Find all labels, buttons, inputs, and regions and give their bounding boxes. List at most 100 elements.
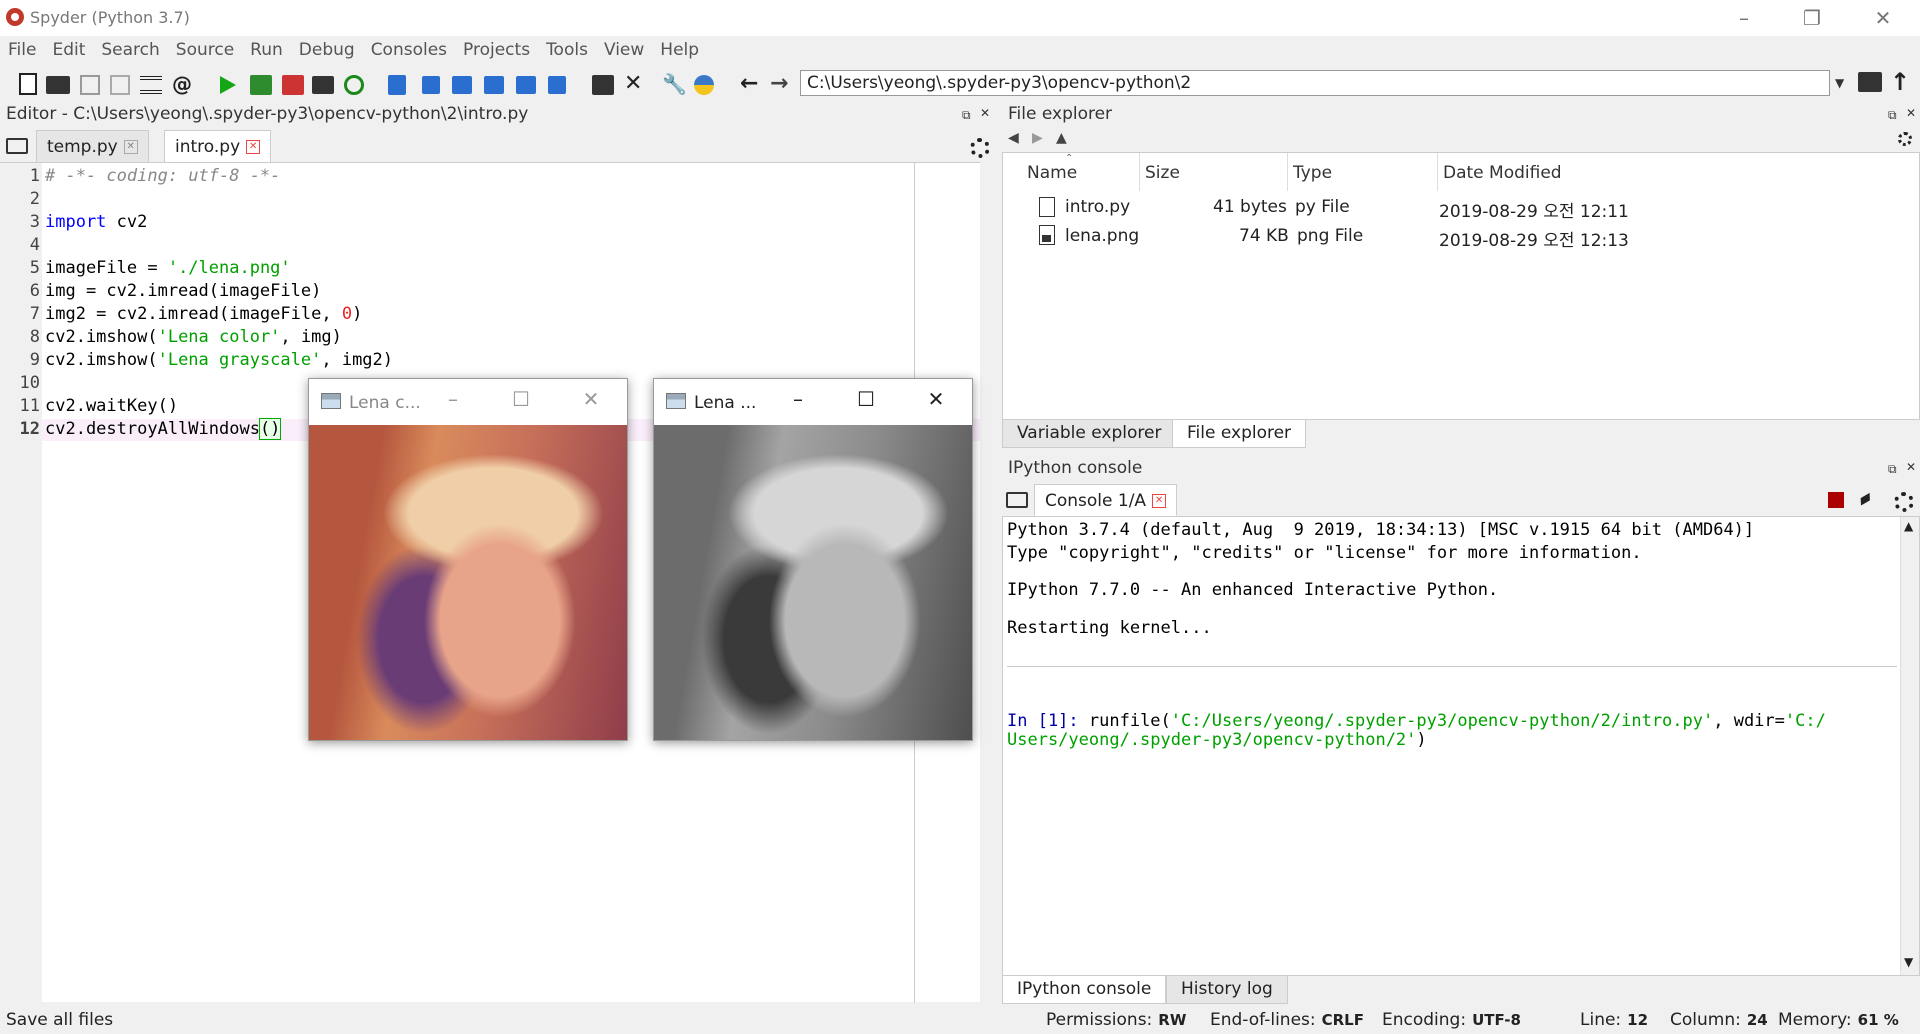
tab-variable-explorer[interactable]: Variable explorer	[1002, 420, 1177, 448]
preferences-wrench-icon[interactable]: 🔧	[662, 73, 687, 97]
editor-pane-header: Editor - C:\Users\yeong\.spyder-py3\open…	[0, 102, 1000, 128]
close-tab-icon[interactable]: ✕	[246, 140, 261, 154]
menu-edit[interactable]: Edit	[44, 38, 93, 66]
cv-window-color[interactable]: Lena c... – ☐ ✕	[308, 378, 628, 741]
save-icon[interactable]	[80, 75, 100, 95]
continue-icon[interactable]	[516, 76, 536, 94]
tab-file-explorer[interactable]: File explorer	[1172, 420, 1307, 448]
menu-file[interactable]: File	[0, 38, 44, 66]
step-return-icon[interactable]	[484, 76, 504, 94]
title-bar: Spyder (Python 3.7) – ❐ ✕	[0, 0, 1920, 36]
restore-icon[interactable]: ❐	[1784, 4, 1840, 34]
menu-run[interactable]: Run	[242, 38, 291, 66]
parent-dir-arrow-icon[interactable]: ↑	[1890, 68, 1910, 96]
menu-projects[interactable]: Projects	[455, 38, 538, 66]
menu-search[interactable]: Search	[93, 38, 167, 66]
browse-folder-icon[interactable]	[1858, 72, 1882, 92]
stop-debug-icon[interactable]	[548, 76, 566, 94]
close-pane-icon[interactable]: ✕	[980, 106, 990, 120]
column-divider	[1139, 153, 1140, 191]
close-tab-icon[interactable]: ✕	[123, 140, 138, 154]
debug-icon[interactable]	[388, 75, 406, 95]
tab-console-1a[interactable]: Console 1/A ✕	[1034, 484, 1178, 516]
tab-temp-py[interactable]: temp.py ✕	[36, 130, 149, 162]
step-icon[interactable]	[422, 76, 440, 94]
spyder-logo-icon	[6, 8, 24, 26]
column-header-size[interactable]: Size	[1145, 163, 1180, 183]
tab-ipython-console[interactable]: IPython console	[1002, 976, 1167, 1004]
console-line: Type "copyright", "credits" or "license"…	[1007, 543, 1642, 563]
undock-icon[interactable]: ⧉	[1888, 462, 1897, 477]
column-header-type[interactable]: Type	[1293, 163, 1332, 183]
minimize-icon[interactable]: –	[788, 389, 808, 409]
column-header-date[interactable]: Date Modified	[1443, 163, 1562, 183]
tab-history-log[interactable]: History log	[1166, 976, 1288, 1004]
scroll-up-icon[interactable]: ▲	[1904, 519, 1913, 533]
python-path-icon[interactable]	[694, 75, 714, 95]
gear-icon[interactable]	[1894, 492, 1914, 512]
up-circle-icon[interactable]: ▲	[1056, 130, 1067, 146]
command-arg: Users/yeong/.spyder-py3/opencv-python/2'	[1007, 730, 1417, 750]
close-icon[interactable]: ✕	[1855, 4, 1911, 34]
scroll-down-icon[interactable]: ▼	[1904, 955, 1913, 969]
console-output[interactable]: Python 3.7.4 (default, Aug 9 2019, 18:34…	[1002, 516, 1920, 976]
eraser-icon[interactable]: ▰	[1854, 486, 1876, 511]
close-icon[interactable]: ✕	[581, 389, 601, 409]
maximize-icon[interactable]: ☐	[511, 389, 531, 409]
line-number: 1	[29, 166, 40, 186]
working-directory-input[interactable]: C:\Users\yeong\.spyder-py3\opencv-python…	[800, 70, 1830, 96]
sort-indicator-icon: ⌃	[1065, 153, 1074, 164]
file-tree[interactable]: Name ⌃ Size Type Date Modified intro.py …	[1002, 152, 1920, 420]
run-cell-icon[interactable]	[250, 75, 272, 95]
step-into-icon[interactable]	[452, 76, 472, 94]
back-circle-icon[interactable]: ◀	[1008, 130, 1019, 146]
close-icon[interactable]: ✕	[926, 389, 946, 409]
menu-help[interactable]: Help	[652, 38, 707, 66]
chevron-down-icon[interactable]: ▼	[1835, 70, 1849, 96]
cv-window-titlebar[interactable]: Lena ... – ☐ ✕	[654, 379, 972, 425]
back-arrow-icon[interactable]: ←	[740, 73, 764, 97]
fullscreen-icon[interactable]: ✕	[624, 73, 648, 97]
gear-icon[interactable]	[1898, 132, 1912, 146]
save-all-icon[interactable]	[110, 75, 130, 95]
cv-window-grayscale[interactable]: Lena ... – ☐ ✕	[653, 378, 973, 741]
menu-consoles[interactable]: Consoles	[363, 38, 455, 66]
column-header-name[interactable]: Name	[1027, 163, 1077, 183]
at-icon[interactable]: @	[172, 73, 196, 97]
code-line-1: # -*- coding: utf-8 -*-	[45, 166, 281, 186]
menu-tools[interactable]: Tools	[538, 38, 596, 66]
menu-debug[interactable]: Debug	[291, 38, 363, 66]
stop-kernel-icon[interactable]	[1828, 492, 1844, 508]
open-file-icon[interactable]	[46, 76, 70, 94]
menu-view[interactable]: View	[596, 38, 652, 66]
maximize-pane-icon[interactable]	[592, 75, 614, 95]
file-name: intro.py	[1065, 197, 1131, 217]
minimize-icon[interactable]: –	[443, 389, 463, 409]
run-icon[interactable]	[216, 73, 240, 97]
menu-source[interactable]: Source	[168, 38, 242, 66]
run-cell-advance-icon[interactable]	[282, 75, 304, 95]
cv-window-title: Lena ...	[694, 393, 757, 413]
close-pane-icon[interactable]: ✕	[1906, 460, 1916, 474]
forward-circle-icon[interactable]: ▶	[1032, 130, 1043, 146]
tab-intro-py[interactable]: intro.py ✕	[164, 130, 272, 162]
new-file-icon[interactable]	[16, 73, 40, 97]
console-scrollbar[interactable]: ▲ ▼	[1900, 517, 1919, 975]
run-selection-icon[interactable]	[312, 76, 334, 94]
line-number: 3	[29, 212, 40, 232]
status-value: UTF-8	[1472, 1011, 1521, 1029]
forward-arrow-icon[interactable]: →	[770, 73, 794, 97]
maximize-icon[interactable]: ☐	[856, 389, 876, 409]
cv-window-titlebar[interactable]: Lena c... – ☐ ✕	[309, 379, 627, 425]
close-pane-icon[interactable]: ✕	[1906, 106, 1916, 120]
rerun-icon[interactable]	[344, 75, 364, 95]
browse-tabs-icon[interactable]	[6, 138, 28, 154]
gear-icon[interactable]	[970, 138, 990, 158]
minimize-icon[interactable]: –	[1716, 4, 1772, 34]
close-tab-icon[interactable]: ✕	[1152, 494, 1167, 508]
undock-icon[interactable]: ⧉	[1888, 108, 1897, 123]
undock-icon[interactable]: ⧉	[962, 108, 971, 123]
list-icon[interactable]	[140, 76, 162, 94]
browse-tabs-icon[interactable]	[1006, 492, 1028, 508]
editor-scrollbar[interactable]	[985, 162, 999, 1002]
